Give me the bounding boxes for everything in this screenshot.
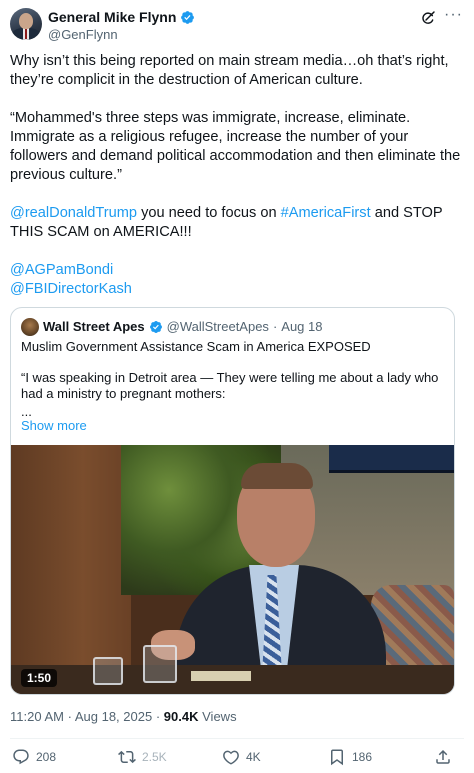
quoted-author-row: Wall Street Apes @WallStreetApes · Aug 1… <box>43 319 322 334</box>
author-display-name[interactable]: General Mike Flynn <box>48 9 176 25</box>
show-more-link[interactable]: Show more <box>21 418 87 433</box>
quoted-author-handle[interactable]: @WallStreetApes <box>167 319 269 334</box>
post-paragraph-1: Why isn’t this being reported on main st… <box>10 53 449 88</box>
action-bar: 208 2.5K 4K 186 <box>0 745 474 769</box>
mention-link-kash-line: @FBIDirectorKash <box>10 280 462 299</box>
views-label: Views <box>202 709 237 724</box>
video-glass-shape <box>143 645 177 683</box>
repost-button[interactable]: 2.5K <box>118 745 167 769</box>
avatar-tie-shape <box>25 29 27 39</box>
author-handle[interactable]: @GenFlynn <box>48 27 118 42</box>
video-player[interactable]: 1:50 <box>11 445 454 694</box>
post-paragraph-3: @realDonaldTrump you need to focus on #A… <box>10 204 462 242</box>
like-button[interactable]: 4K <box>222 745 261 769</box>
avatar-face-shape <box>19 13 33 29</box>
quoted-date[interactable]: Aug 18 <box>281 319 322 334</box>
post-time[interactable]: 11:20 AM <box>10 709 64 724</box>
post-text-focus: you need to focus on <box>137 205 281 221</box>
reply-button[interactable]: 208 <box>12 745 56 769</box>
reply-icon <box>13 749 29 765</box>
hashtag-link[interactable]: #AmericaFirst <box>281 205 371 221</box>
views-count: 90.4K <box>163 709 199 724</box>
like-count: 4K <box>246 750 261 764</box>
video-duration-badge: 1:50 <box>21 669 58 687</box>
quoted-ellipsis: ... <box>21 404 32 419</box>
share-button[interactable] <box>434 745 452 769</box>
more-options-icon[interactable]: ··· <box>444 7 462 26</box>
quoted-title: Muslim Government Assistance Scam in Ame… <box>21 339 371 354</box>
video-glass-shape <box>93 657 123 685</box>
mention-link-trump[interactable]: @realDonaldTrump <box>10 205 137 221</box>
quoted-verified-badge-icon <box>149 320 162 333</box>
meta-separator: · <box>67 709 72 724</box>
verified-badge-icon <box>181 10 195 24</box>
bookmark-button[interactable]: 186 <box>328 745 372 769</box>
author-name-row: General Mike Flynn <box>48 9 195 25</box>
bookmark-icon <box>331 749 343 766</box>
mention-link-bondi-line: @AGPamBondi <box>10 261 462 280</box>
share-icon <box>436 749 450 764</box>
author-avatar[interactable] <box>10 8 42 40</box>
heart-icon <box>223 750 239 765</box>
mention-link-kash[interactable]: @FBIDirectorKash <box>10 281 132 297</box>
meta-separator: · <box>155 709 161 724</box>
quoted-author-avatar[interactable] <box>21 318 39 336</box>
divider <box>10 738 464 739</box>
mention-link-bondi[interactable]: @AGPamBondi <box>10 262 113 278</box>
quoted-post-card[interactable]: Wall Street Apes @WallStreetApes · Aug 1… <box>10 307 455 695</box>
repost-icon <box>118 750 136 764</box>
post-date[interactable]: Aug 18, 2025 <box>75 709 152 724</box>
video-person-hair <box>241 463 313 489</box>
video-tv-shape <box>329 445 454 473</box>
video-book-shape <box>191 671 251 681</box>
post-metadata: 11:20 AM · Aug 18, 2025 · 90.4K Views <box>10 709 237 724</box>
quoted-body: “I was speaking in Detroit area — They w… <box>21 370 439 401</box>
quoted-separator: · <box>272 319 278 334</box>
reply-count: 208 <box>36 750 57 764</box>
bookmark-count: 186 <box>352 750 373 764</box>
grok-icon[interactable] <box>420 10 436 26</box>
post-paragraph-2: “Mohammed's three steps was immigrate, i… <box>10 110 461 183</box>
post-text: Why isn’t this being reported on main st… <box>10 52 462 299</box>
repost-count: 2.5K <box>142 750 167 764</box>
post-header: General Mike Flynn @GenFlynn ··· <box>0 0 474 50</box>
quoted-author-name[interactable]: Wall Street Apes <box>43 319 145 334</box>
